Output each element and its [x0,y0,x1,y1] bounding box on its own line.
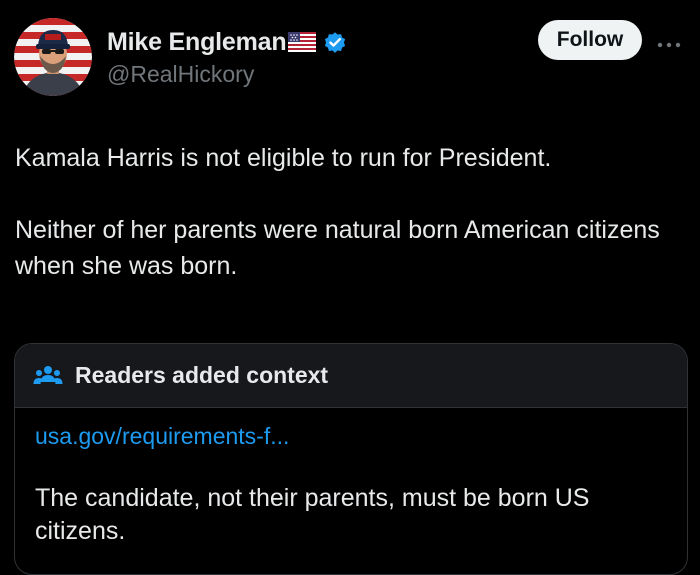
avatar[interactable] [14,18,92,96]
people-icon [33,364,63,388]
tweet-header: Mike Engleman @RealHickory Follow [0,0,700,110]
community-note-card[interactable]: Readers added context usa.gov/requiremen… [14,343,688,575]
tweet-text: Kamala Harris is not eligible to run for… [15,140,685,284]
community-note-link[interactable]: usa.gov/requirements-f... [35,423,289,450]
community-note-title: Readers added context [75,362,329,388]
display-name[interactable]: Mike Engleman [107,28,287,57]
tweet-paragraph-2: Neither of her parents were natural born… [15,216,660,280]
verified-badge-icon[interactable] [322,29,348,55]
community-note-body: The candidate, not their parents, must b… [35,484,590,545]
more-options-icon[interactable] [656,36,682,48]
user-handle[interactable]: @RealHickory [107,61,254,88]
community-note-header[interactable]: Readers added context [15,344,687,408]
follow-button[interactable]: Follow [538,20,642,60]
name-row[interactable]: Mike Engleman [107,26,348,58]
tweet-paragraph-1: Kamala Harris is not eligible to run for… [15,144,552,172]
us-flag-icon [288,32,317,52]
